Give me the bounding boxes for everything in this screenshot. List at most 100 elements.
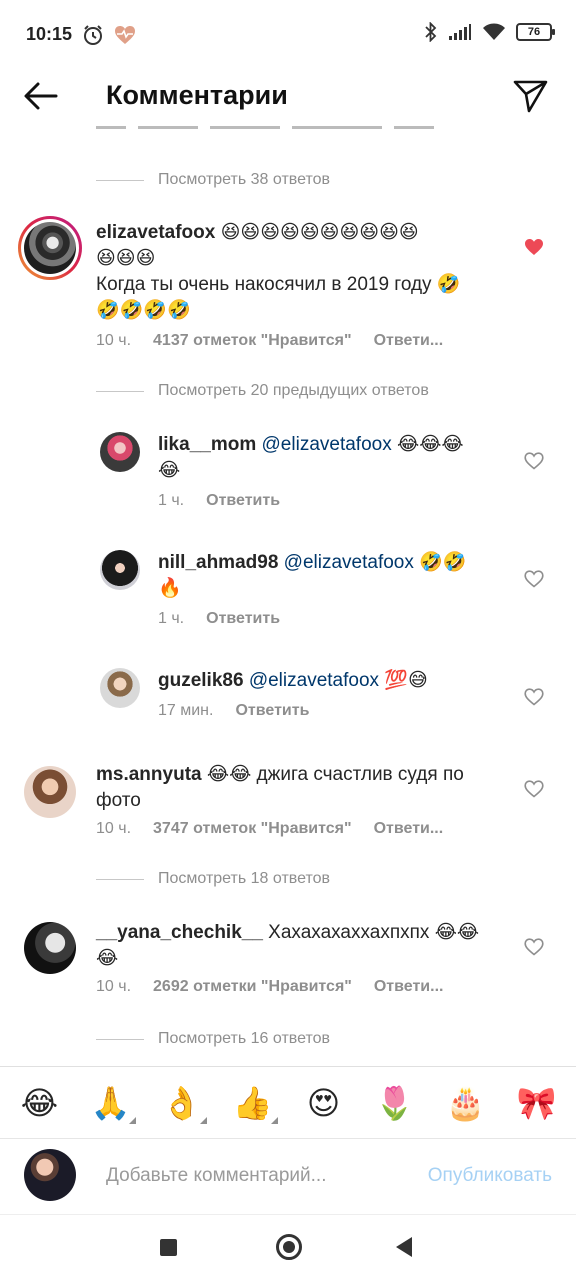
- comment-emoji-line: 😂: [96, 948, 119, 969]
- comment-username[interactable]: lika__mom: [158, 434, 256, 455]
- view-replies-button[interactable]: Посмотреть 18 ответов: [96, 870, 330, 888]
- comment-text: elizavetafoox 😆😆😆😆😆😆😆😆😆😆 😆😆😆 Когда ты оч…: [96, 220, 516, 324]
- status-left-icons: [82, 24, 136, 46]
- reply-button[interactable]: Ответить: [206, 492, 280, 510]
- emoji-glyph: 👌: [161, 1083, 202, 1122]
- emoji-button[interactable]: 🎂: [441, 1084, 491, 1122]
- comment-time: 1 ч.: [158, 610, 185, 627]
- divider-line: [96, 390, 144, 392]
- comment-time: 17 мин.: [158, 702, 214, 719]
- comment-message: Когда ты очень накосячил в 2019 году 🤣: [96, 274, 461, 295]
- reply-button[interactable]: Ответи...: [374, 332, 444, 350]
- emoji-button[interactable]: 🎀: [512, 1084, 562, 1122]
- comment-emoji-line: 🤣🤣🤣🤣: [96, 300, 191, 321]
- heart-outline-icon[interactable]: [524, 938, 544, 956]
- reply-item: nill_ahmad98 @elizavetafoox 🤣🤣 🔥 1 ч. От…: [0, 544, 576, 644]
- comment-username[interactable]: elizavetafoox: [96, 222, 215, 243]
- status-right-icons: 76: [424, 22, 555, 42]
- comment-emoji-line: 😂: [158, 460, 181, 481]
- back-arrow-icon[interactable]: [20, 78, 64, 114]
- mention-link[interactable]: @elizavetafoox: [262, 434, 392, 455]
- bluetooth-icon: [425, 22, 437, 42]
- emoji-quick-bar: 😂 🙏 👌 👍 😍 🌷 🎂 🎀: [0, 1066, 576, 1138]
- view-replies-label: Посмотреть 38 ответов: [158, 171, 330, 188]
- view-replies-button[interactable]: Посмотреть 38 ответов: [96, 171, 330, 189]
- heart-icon[interactable]: [524, 238, 544, 256]
- comment-emoji-line: 😆😆😆: [96, 248, 156, 269]
- comment-text: lika__mom @elizavetafoox 😂😂😂 😂: [158, 432, 498, 484]
- emoji-button[interactable]: 🌷: [370, 1084, 420, 1122]
- emoji-glyph: 🙏: [90, 1083, 131, 1122]
- heart-outline-icon[interactable]: [524, 570, 544, 588]
- cut-off-comment-text: [96, 126, 516, 134]
- reply-button[interactable]: Ответи...: [374, 820, 444, 838]
- emoji-button[interactable]: 👍: [228, 1083, 278, 1124]
- view-replies-label: Посмотреть 16 ответов: [158, 1030, 330, 1047]
- view-previous-replies-button[interactable]: Посмотреть 20 предыдущих ответов: [96, 382, 429, 400]
- mention-link[interactable]: @elizavetafoox: [284, 552, 414, 573]
- heart-outline-icon[interactable]: [524, 688, 544, 706]
- emoji-button[interactable]: 😍: [299, 1084, 349, 1122]
- comment-emoji-line: 😂😂😂: [391, 434, 464, 455]
- comment-message: фото: [96, 790, 141, 811]
- recents-button[interactable]: [160, 1239, 177, 1256]
- emoji-button[interactable]: 🙏: [86, 1083, 136, 1124]
- avatar[interactable]: [24, 766, 76, 818]
- emoji-button[interactable]: 👌: [157, 1083, 207, 1124]
- divider-line: [96, 1038, 144, 1040]
- status-bar: 10:15 76: [0, 0, 576, 66]
- page-title: Комментарии: [106, 80, 288, 110]
- comment-text: __yana_chechik__ Хахахахаххахпхпх 😂😂 😂: [96, 920, 516, 972]
- comment-meta: 1 ч. Ответить: [158, 492, 280, 510]
- comments-feed[interactable]: Посмотреть 38 ответов elizavetafoox 😆😆😆😆…: [0, 126, 576, 1066]
- likes-count[interactable]: 4137 отметок "Нравится": [153, 332, 352, 350]
- comment-item: elizavetafoox 😆😆😆😆😆😆😆😆😆😆 😆😆😆 Когда ты оч…: [0, 214, 576, 364]
- comment-message: Хахахахаххахпхпх 😂😂: [262, 922, 480, 943]
- comment-item: ms.annyuta 😂😂 джига счастлив судя по фот…: [0, 758, 576, 858]
- comment-username[interactable]: __yana_chechik__: [96, 922, 263, 943]
- comment-input[interactable]: Добавьте комментарий...: [106, 1165, 326, 1187]
- home-button[interactable]: [276, 1234, 302, 1260]
- reply-button[interactable]: Ответить: [235, 702, 309, 720]
- comment-emoji-line: 😆😆😆😆😆😆😆😆😆😆: [215, 222, 419, 243]
- avatar[interactable]: [100, 550, 140, 590]
- avatar[interactable]: [100, 432, 140, 472]
- divider-line: [96, 878, 144, 880]
- comment-time: 1 ч.: [158, 492, 185, 509]
- comment-meta: 10 ч. 2692 отметки "Нравится" Ответи...: [96, 978, 443, 996]
- reply-button[interactable]: Ответить: [206, 610, 280, 628]
- avatar[interactable]: [24, 922, 76, 974]
- comment-composer: Добавьте комментарий... Опубликовать: [0, 1138, 576, 1214]
- avatar[interactable]: [100, 668, 140, 708]
- reply-item: guzelik86 @elizavetafoox 💯😅 17 мин. Отве…: [0, 662, 576, 742]
- send-icon[interactable]: [512, 78, 550, 114]
- status-time: 10:15: [26, 24, 73, 44]
- comment-emoji-line: 🔥: [158, 578, 182, 599]
- view-replies-label: Посмотреть 20 предыдущих ответов: [158, 382, 429, 399]
- comment-emoji-line: 🤣🤣: [413, 552, 467, 573]
- comment-meta: 1 ч. Ответить: [158, 610, 280, 628]
- emoji-button[interactable]: 😂: [15, 1084, 65, 1122]
- comment-text: nill_ahmad98 @elizavetafoox 🤣🤣 🔥: [158, 550, 498, 602]
- comment-username[interactable]: guzelik86: [158, 670, 244, 691]
- comment-meta: 17 мин. Ответить: [158, 702, 309, 720]
- heart-outline-icon[interactable]: [524, 452, 544, 470]
- signal-icon: [449, 24, 471, 40]
- likes-count[interactable]: 3747 отметок "Нравится": [153, 820, 352, 838]
- avatar: [24, 1149, 76, 1201]
- comment-message: 😂😂 джига счастлив судя по: [201, 764, 464, 785]
- system-back-button[interactable]: [396, 1237, 412, 1257]
- view-replies-button[interactable]: Посмотреть 16 ответов: [96, 1030, 330, 1048]
- reply-button[interactable]: Ответи...: [374, 978, 444, 996]
- comment-username[interactable]: ms.annyuta: [96, 764, 202, 785]
- heart-outline-icon[interactable]: [524, 780, 544, 798]
- view-replies-label: Посмотреть 18 ответов: [158, 870, 330, 887]
- emoji-glyph: 👍: [232, 1083, 273, 1122]
- likes-count[interactable]: 2692 отметки "Нравится": [153, 978, 352, 996]
- comment-username[interactable]: nill_ahmad98: [158, 552, 278, 573]
- clock-icon: [84, 25, 102, 45]
- publish-button[interactable]: Опубликовать: [428, 1165, 552, 1187]
- avatar[interactable]: [18, 216, 82, 280]
- mention-link[interactable]: @elizavetafoox: [249, 670, 379, 691]
- comment-meta: 10 ч. 4137 отметок "Нравится" Ответи...: [96, 332, 443, 350]
